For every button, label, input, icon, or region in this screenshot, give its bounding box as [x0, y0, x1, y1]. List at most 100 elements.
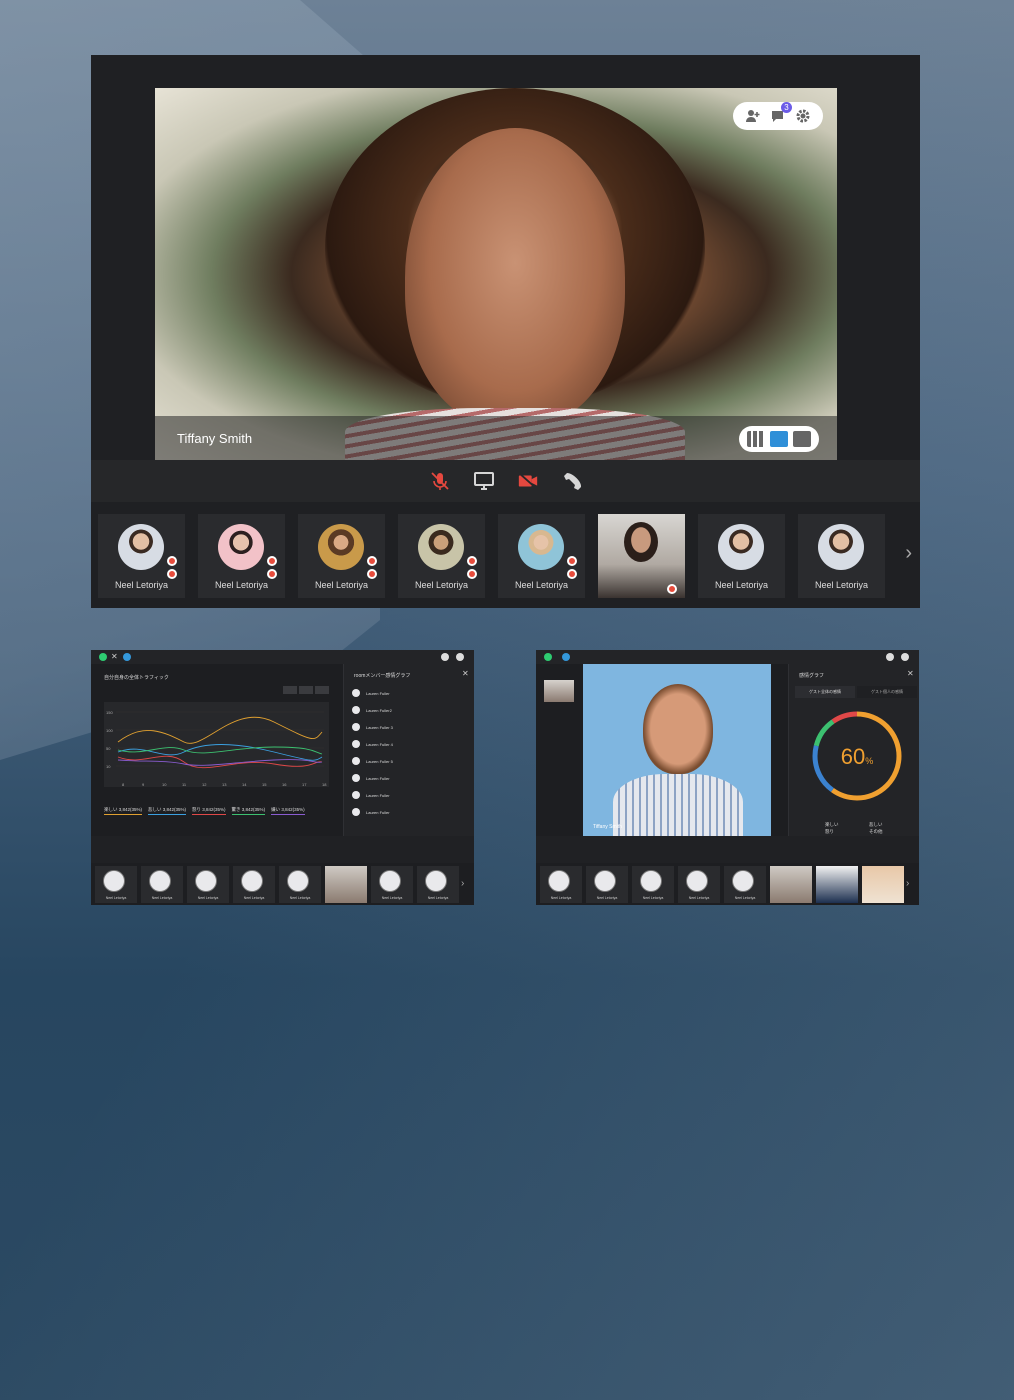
member-row[interactable]: Lauren Fuller — [352, 807, 390, 817]
participant-tile[interactable]: Neel Letoriya — [198, 514, 285, 598]
participant-video-tile[interactable] — [770, 866, 812, 903]
app-logo-icon — [123, 653, 131, 661]
participant-video-tile[interactable] — [325, 866, 367, 903]
participant-tile[interactable]: Neel Letoriya — [798, 514, 885, 598]
avatar — [732, 870, 754, 892]
participant-tile[interactable]: Neel Letoriya — [724, 866, 766, 903]
legend-item: 嫌い 3,842(35%) — [271, 807, 305, 815]
member-row[interactable]: Lauren Fuller2 — [352, 705, 392, 715]
member-row[interactable]: Lauren Fuller — [352, 688, 390, 698]
emotion-graph-panel: 感情グラフ ✕ ゲスト全体の感情 ゲスト個人の感情 60% 楽しい 悲しい 怒り… — [788, 664, 919, 836]
range-tab[interactable] — [283, 686, 297, 694]
participant-name: Neel Letoriya — [214, 580, 269, 590]
focus-layout-icon[interactable] — [769, 431, 788, 447]
member-name: Lauren Fuller — [366, 809, 390, 815]
x-tick-label: 12 — [202, 782, 207, 787]
participant-strip: Neel Letoriya Neel Letoriya Neel Letoriy… — [98, 514, 888, 600]
participant-tile[interactable]: Neel Letoriya — [279, 866, 321, 903]
range-tab[interactable] — [315, 686, 329, 694]
participant-tile[interactable]: Neel Letoriya — [586, 866, 628, 903]
avatar — [818, 524, 864, 570]
camera-off-icon[interactable] — [517, 470, 539, 492]
participant-tile[interactable]: Neel Letoriya — [98, 514, 185, 598]
legend-item: その他 — [869, 829, 883, 834]
participant-tile[interactable]: Neel Letoriya — [632, 866, 674, 903]
chat-icon[interactable]: 3 — [770, 102, 792, 124]
info-icon[interactable] — [441, 653, 449, 661]
participant-tile[interactable]: Neel Letoriya — [187, 866, 229, 903]
x-tick-label: 18 — [322, 782, 327, 787]
avatar — [548, 870, 570, 892]
avatar — [352, 757, 360, 765]
grid-layout-icon[interactable] — [747, 431, 766, 447]
x-tick-label: 8 — [122, 782, 125, 787]
participant-video-tile[interactable] — [862, 866, 904, 903]
member-row[interactable]: Lauren Fuller 5 — [352, 756, 393, 766]
participant-tile[interactable]: Neel Letoriya — [540, 866, 582, 903]
close-icon[interactable]: ✕ — [907, 670, 915, 678]
avatar — [287, 870, 309, 892]
panel-title: roomメンバー感情グラフ — [354, 673, 411, 679]
avatar — [379, 870, 401, 892]
participant-video-tile[interactable] — [816, 866, 858, 903]
close-icon[interactable]: ✕ — [462, 670, 470, 678]
range-tab[interactable] — [299, 686, 313, 694]
phone-icon[interactable] — [561, 470, 583, 492]
legend-item: 怒り 3,842(35%) — [192, 807, 226, 815]
chevron-right-icon[interactable]: › — [461, 878, 464, 889]
member-name: Lauren Fuller 4 — [366, 741, 393, 747]
tab-guest-overall[interactable]: ゲスト全体の感情 — [795, 686, 855, 698]
gear-icon[interactable] — [901, 653, 909, 661]
legend-item: 楽しい — [825, 822, 839, 827]
avatar — [418, 524, 464, 570]
add-user-icon[interactable] — [745, 108, 761, 124]
avatar — [352, 740, 360, 748]
x-tick-label: 16 — [282, 782, 287, 787]
participant-tile[interactable]: Neel Letoriya — [417, 866, 459, 903]
member-row[interactable]: Lauren Fuller — [352, 773, 390, 783]
mic-off-icon — [467, 569, 477, 579]
participant-video-tile[interactable] — [598, 514, 685, 598]
participant-name: Neel Letoriya — [289, 896, 311, 900]
avatar — [103, 870, 125, 892]
mic-off-icon — [267, 569, 277, 579]
participant-tile[interactable]: Neel Letoriya — [498, 514, 585, 598]
participant-face — [624, 522, 658, 562]
emotion-percent: 60% — [807, 744, 907, 770]
member-row[interactable]: Lauren Fuller 3 — [352, 722, 393, 732]
mic-off-icon[interactable] — [429, 470, 451, 492]
participant-tile[interactable]: Neel Letoriya — [141, 866, 183, 903]
gear-icon[interactable] — [456, 653, 464, 661]
chevron-right-icon[interactable]: › — [906, 878, 909, 889]
window-titlebar: ✕ — [91, 650, 474, 664]
participant-tile[interactable]: Neel Letoriya — [678, 866, 720, 903]
member-row[interactable]: Lauren Fuller 4 — [352, 739, 393, 749]
screen-share-icon[interactable] — [473, 470, 495, 492]
tab-guest-individual[interactable]: ゲスト個人の感情 — [857, 686, 917, 698]
series-line — [117, 759, 323, 766]
info-icon[interactable] — [886, 653, 894, 661]
chevron-right-icon[interactable]: › — [905, 542, 912, 565]
member-name: Lauren Fuller — [366, 792, 390, 798]
self-view-thumb[interactable] — [544, 680, 574, 702]
participant-name: Neel Letoriya — [105, 896, 127, 900]
participant-tile[interactable]: Neel Letoriya — [95, 866, 137, 903]
x-tick-label: 9 — [142, 782, 145, 787]
participant-name: Neel Letoriya — [243, 896, 265, 900]
settings-icon[interactable] — [795, 108, 811, 124]
participant-tile[interactable]: Neel Letoriya — [298, 514, 385, 598]
speaker-name: Tiffany Smith — [177, 431, 253, 446]
participant-tile[interactable]: Neel Letoriya — [698, 514, 785, 598]
participant-name: Neel Letoriya — [314, 580, 369, 590]
participant-tile[interactable]: Neel Letoriya — [233, 866, 275, 903]
panel-title: 感情グラフ — [799, 673, 825, 679]
participant-tile[interactable]: Neel Letoriya — [371, 866, 413, 903]
call-controls: 👥 ✋ 🎙 🖥 ■ ☺ 💬 — [536, 836, 919, 863]
participant-strip: Neel Letoriya Neel Letoriya Neel Letoriy… — [95, 866, 459, 903]
member-row[interactable]: Lauren Fuller — [352, 790, 390, 800]
single-layout-icon[interactable] — [792, 431, 811, 447]
avatar — [594, 870, 616, 892]
participant-tile[interactable]: Neel Letoriya — [398, 514, 485, 598]
close-icon[interactable]: ✕ — [111, 653, 119, 661]
x-tick-label: 10 — [162, 782, 167, 787]
